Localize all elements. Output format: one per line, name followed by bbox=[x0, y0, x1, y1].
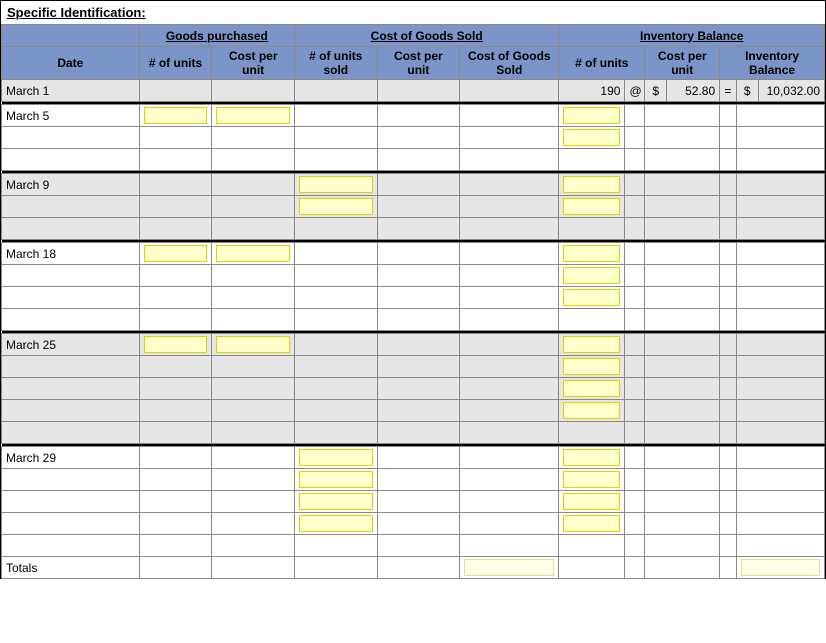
m5-units-input[interactable] bbox=[144, 107, 208, 124]
m29-invunits3-input[interactable] bbox=[563, 493, 620, 510]
date-march1: March 1 bbox=[2, 80, 140, 102]
hdr-goods-purchased: Goods purchased bbox=[139, 25, 294, 47]
m1-units: 190 bbox=[559, 80, 625, 102]
col-units: # of units bbox=[139, 47, 212, 80]
inventory-table: Goods purchased Cost of Goods Sold Inven… bbox=[1, 24, 825, 579]
m29-invunits-input[interactable] bbox=[563, 449, 620, 466]
m1-balance: 10,032.00 bbox=[758, 80, 824, 102]
col-inv-balance: Inventory Balance bbox=[720, 47, 825, 80]
totals-cogs-input[interactable] bbox=[464, 559, 554, 576]
totals-label: Totals bbox=[2, 557, 140, 579]
date-march9: March 9 bbox=[2, 174, 140, 196]
totals-balance-input[interactable] bbox=[741, 559, 820, 576]
m18-units-input[interactable] bbox=[144, 245, 208, 262]
m25-invunits4-input[interactable] bbox=[563, 402, 620, 419]
m9-invunits-input[interactable] bbox=[563, 176, 620, 193]
m9-invunits2-input[interactable] bbox=[563, 198, 620, 215]
m5-cost-input[interactable] bbox=[216, 107, 290, 124]
m1-at: @ bbox=[625, 80, 645, 102]
date-march18: March 18 bbox=[2, 243, 140, 265]
m25-invunits3-input[interactable] bbox=[563, 380, 620, 397]
date-march25: March 25 bbox=[2, 334, 140, 356]
m29-sold-input[interactable] bbox=[299, 449, 373, 466]
m1-eq: = bbox=[720, 80, 737, 102]
col-cost-unit: Cost per unit bbox=[212, 47, 295, 80]
m1-dollar: $ bbox=[645, 80, 667, 102]
m9-sold2-input[interactable] bbox=[299, 198, 373, 215]
m5-invunits2-input[interactable] bbox=[563, 129, 620, 146]
col-units-sold: # of units sold bbox=[294, 47, 377, 80]
m18-invunits2-input[interactable] bbox=[563, 267, 620, 284]
m25-invunits-input[interactable] bbox=[563, 336, 620, 353]
date-march29: March 29 bbox=[2, 447, 140, 469]
m18-invunits-input[interactable] bbox=[563, 245, 620, 262]
col-inv-cost: Cost per unit bbox=[645, 47, 720, 80]
m29-invunits4-input[interactable] bbox=[563, 515, 620, 532]
m25-invunits2-input[interactable] bbox=[563, 358, 620, 375]
m29-sold3-input[interactable] bbox=[299, 493, 373, 510]
m5-invunits-input[interactable] bbox=[563, 107, 620, 124]
m18-invunits3-input[interactable] bbox=[563, 289, 620, 306]
m1-cost: 52.80 bbox=[667, 80, 720, 102]
col-cost-unit2: Cost per unit bbox=[377, 47, 460, 80]
col-cogs: Cost of Goods Sold bbox=[460, 47, 559, 80]
m25-units-input[interactable] bbox=[144, 336, 208, 353]
col-inv-units: # of units bbox=[559, 47, 645, 80]
hdr-blank bbox=[2, 25, 140, 47]
hdr-cogs: Cost of Goods Sold bbox=[294, 25, 558, 47]
m9-sold-input[interactable] bbox=[299, 176, 373, 193]
col-date: Date bbox=[2, 47, 140, 80]
date-march5: March 5 bbox=[2, 105, 140, 127]
m29-sold4-input[interactable] bbox=[299, 515, 373, 532]
m29-sold2-input[interactable] bbox=[299, 471, 373, 488]
page-title: Specific Identification: bbox=[1, 1, 825, 24]
m1-baldollar: $ bbox=[736, 80, 758, 102]
m18-cost-input[interactable] bbox=[216, 245, 290, 262]
hdr-inv-bal: Inventory Balance bbox=[559, 25, 825, 47]
m29-invunits2-input[interactable] bbox=[563, 471, 620, 488]
m25-cost-input[interactable] bbox=[216, 336, 290, 353]
